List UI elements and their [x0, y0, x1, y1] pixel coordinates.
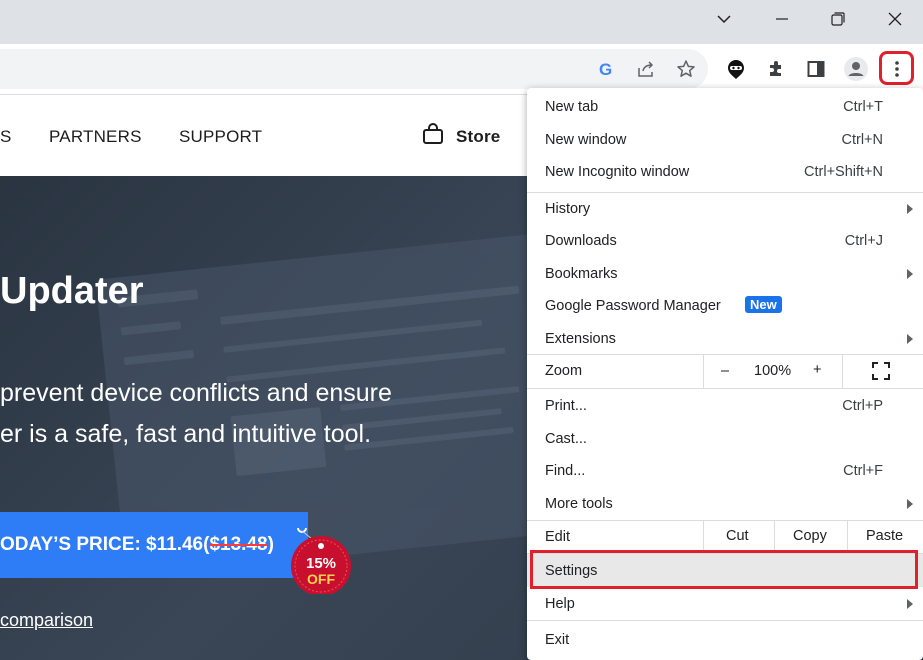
submenu-arrow-icon [907, 333, 913, 344]
menu-item-extensions[interactable]: Extensions [527, 322, 923, 355]
menu-item-bookmarks[interactable]: Bookmarks [527, 257, 923, 290]
menu-label: New Incognito window [545, 163, 690, 180]
menu-item-find[interactable]: Find... Ctrl+F [527, 454, 923, 487]
close-icon [888, 12, 902, 26]
edit-divider [774, 520, 775, 553]
svg-text:G: G [599, 60, 612, 78]
zoom-out-button[interactable]: – [721, 363, 729, 379]
zoom-in-button[interactable]: + [813, 362, 821, 378]
menu-shortcut: Ctrl+Shift+N [804, 163, 883, 180]
menu-label: Extensions [545, 330, 616, 347]
share-icon[interactable] [631, 54, 661, 84]
new-badge: New [745, 296, 782, 313]
edit-divider [703, 520, 704, 553]
menu-item-help[interactable]: Help [527, 587, 923, 620]
edit-divider [847, 520, 848, 553]
fullscreen-icon [872, 362, 890, 380]
menu-label: Find... [545, 462, 586, 479]
price-suffix: ) [267, 534, 274, 555]
tab-search-button[interactable] [696, 0, 752, 38]
side-panel-icon[interactable] [801, 54, 831, 84]
restore-icon [831, 12, 845, 26]
menu-label: New tab [545, 98, 599, 115]
settings-highlight [530, 550, 918, 589]
price-prefix: ODAY’S PRICE: $11.46( [0, 534, 210, 555]
chevron-down-icon [717, 15, 731, 24]
menu-separator [527, 620, 923, 621]
hero-title: Updater [0, 270, 144, 312]
menu-shortcut: Ctrl+J [844, 232, 883, 249]
menu-shortcut: Ctrl+T [843, 98, 883, 115]
restore-button[interactable] [810, 0, 866, 38]
close-button[interactable] [867, 0, 923, 38]
menu-label: Print... [545, 397, 587, 414]
discount-badge: 15% OFF [291, 528, 351, 594]
comparison-link[interactable]: comparison [0, 610, 93, 631]
badge-percent: 15% [306, 555, 336, 572]
hero-desc-line2: er is a safe, fast and intuitive tool. [0, 420, 372, 448]
copy-button[interactable]: Copy [793, 528, 827, 544]
menu-label: Google Password Manager [545, 297, 721, 314]
minimize-button[interactable] [754, 0, 810, 38]
menu-label: New window [545, 131, 627, 148]
menu-label: Downloads [545, 232, 617, 249]
menu-label: Exit [545, 631, 570, 648]
extensions-puzzle-icon[interactable] [761, 54, 791, 84]
menu-label: More tools [545, 495, 613, 512]
zoom-divider [703, 355, 704, 388]
menu-item-history[interactable]: History [527, 192, 923, 225]
title-bar [0, 0, 923, 44]
menu-shortcut: Ctrl+N [841, 131, 884, 148]
cut-button[interactable]: Cut [726, 528, 749, 544]
menu-item-cast[interactable]: Cast... [527, 422, 923, 455]
menu-label: Cast... [545, 430, 587, 447]
menu-button-highlight [879, 51, 914, 85]
menu-item-password-manager[interactable]: Google Password Manager New [527, 289, 923, 322]
menu-item-new-window[interactable]: New window Ctrl+N [527, 123, 923, 156]
nav-link-store[interactable]: Store [456, 127, 500, 147]
hero-description: prevent device conflicts and ensure er i… [0, 373, 392, 455]
extension-ninja-icon[interactable] [721, 54, 751, 84]
menu-label: History [545, 200, 591, 217]
menu-shortcut: Ctrl+P [842, 397, 883, 414]
submenu-arrow-icon [907, 498, 913, 509]
bookmark-star-icon[interactable] [671, 54, 701, 84]
menu-item-downloads[interactable]: Downloads Ctrl+J [527, 224, 923, 257]
nav-link-partners[interactable]: PARTNERS [49, 127, 142, 147]
zoom-divider [842, 355, 843, 388]
menu-item-new-incognito[interactable]: New Incognito window Ctrl+Shift+N [527, 155, 923, 188]
submenu-arrow-icon [907, 598, 913, 609]
submenu-arrow-icon [907, 203, 913, 214]
menu-item-more-tools[interactable]: More tools [527, 487, 923, 520]
zoom-level: 100% [754, 363, 792, 379]
submenu-arrow-icon [907, 268, 913, 279]
buy-price-button[interactable]: ODAY’S PRICE: $11.46($13.48) [0, 512, 308, 578]
fullscreen-button[interactable] [872, 362, 890, 385]
nav-link-partial[interactable]: S [0, 127, 12, 147]
nav-link-support[interactable]: SUPPORT [179, 127, 262, 147]
menu-item-exit[interactable]: Exit [527, 623, 923, 656]
menu-shortcut: Ctrl+F [843, 462, 883, 479]
menu-label: Bookmarks [545, 265, 618, 282]
profile-icon[interactable] [841, 54, 871, 84]
hero-desc-line1: prevent device conflicts and ensure [0, 379, 392, 407]
paste-button[interactable]: Paste [866, 528, 903, 544]
menu-item-new-tab[interactable]: New tab Ctrl+T [527, 90, 923, 123]
google-lens-icon[interactable]: G [591, 54, 621, 84]
badge-off: OFF [307, 571, 335, 587]
menu-label: Zoom [545, 363, 583, 379]
shopping-bag-icon [422, 123, 444, 150]
price-old: $13.48 [209, 534, 268, 555]
minimize-icon [776, 18, 788, 20]
menu-label: Help [545, 595, 575, 612]
menu-item-edit: Edit [527, 520, 923, 553]
menu-item-print[interactable]: Print... Ctrl+P [527, 389, 923, 422]
menu-label: Edit [545, 528, 570, 545]
